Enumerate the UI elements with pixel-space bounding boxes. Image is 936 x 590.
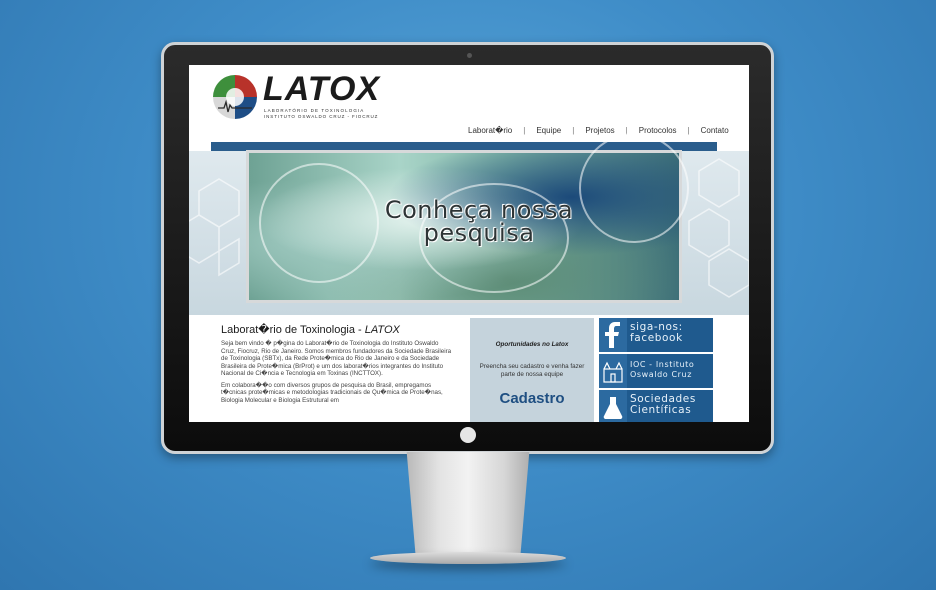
intro-title-brand: LATOX xyxy=(364,324,400,336)
building-icon xyxy=(599,354,627,388)
intro-title: Laborat�rio de Toxinologia - LATOX xyxy=(221,323,400,336)
nav-item-equipe[interactable]: Equipe xyxy=(525,126,572,135)
monitor-stand-base xyxy=(370,552,566,564)
apple-logo-icon xyxy=(460,427,476,443)
brand-subtitle-1: LABORATÓRIO DE TOXINOLOGIA xyxy=(264,108,365,113)
top-navigation: Laborat�rio | Equipe | Projetos | Protoc… xyxy=(457,126,740,135)
banner-headline-line2: pesquisa xyxy=(423,219,535,247)
facebook-icon xyxy=(599,318,627,352)
nav-item-contato[interactable]: Contato xyxy=(690,126,740,135)
side-link-line2: Oswaldo Cruz xyxy=(630,370,692,379)
website-screen: LATOX LABORATÓRIO DE TOXINOLOGIA INSTITU… xyxy=(189,65,749,422)
banner-headline: Conheça nossa pesquisa xyxy=(329,198,629,247)
cadastro-button[interactable]: Cadastro xyxy=(499,390,564,407)
side-link-label: Sociedades Científicas xyxy=(630,394,696,416)
side-link-ioc[interactable]: IOC - Instituto Oswaldo Cruz xyxy=(599,354,713,388)
monitor-stand xyxy=(406,452,530,554)
webcam xyxy=(467,53,472,58)
intro-paragraph-2: Em colabora��o com diversos grupos de pe… xyxy=(221,381,443,404)
intro-paragraph-1: Seja bem vindo � p�gina do Laborat�rio d… xyxy=(221,340,452,377)
side-link-label: IOC - Instituto Oswaldo Cruz xyxy=(630,360,694,380)
opportunities-title: Oportunidades no Latox xyxy=(495,341,569,348)
side-link-line1: IOC - Instituto xyxy=(630,360,695,369)
latox-logo[interactable]: LATOX LABORATÓRIO DE TOXINOLOGIA INSTITU… xyxy=(212,70,382,122)
brand-name: LATOX xyxy=(263,70,381,108)
hero-banner[interactable]: Conheça nossa pesquisa xyxy=(189,133,749,315)
opportunities-text: Preencha seu cadastro e venha fazer part… xyxy=(479,363,585,378)
nav-item-projetos[interactable]: Projetos xyxy=(574,126,625,135)
side-links: siga-nos: facebook IOC - Instituto Oswal… xyxy=(599,318,713,422)
flask-icon xyxy=(599,390,627,422)
intro-text: Seja bem vindo � p�gina do Laborat�rio d… xyxy=(221,340,453,408)
side-link-facebook[interactable]: siga-nos: facebook xyxy=(599,318,713,352)
side-link-label: siga-nos: facebook xyxy=(630,322,683,344)
side-link-line2: Científicas xyxy=(630,404,692,416)
side-link-sociedades[interactable]: Sociedades Científicas xyxy=(599,390,713,422)
latox-emblem-icon xyxy=(213,75,257,119)
intro-title-text: Laborat�rio de Toxinologia - xyxy=(221,324,365,336)
side-link-line2: facebook xyxy=(630,332,683,344)
nav-item-laboratorio[interactable]: Laborat�rio xyxy=(457,126,523,135)
opportunities-box: Oportunidades no Latox Preencha seu cada… xyxy=(470,318,594,422)
laboratory-glassware-photo: Conheça nossa pesquisa xyxy=(246,133,689,303)
brand-subtitle-2: INSTITUTO OSWALDO CRUZ - FIOCRUZ xyxy=(264,114,379,119)
